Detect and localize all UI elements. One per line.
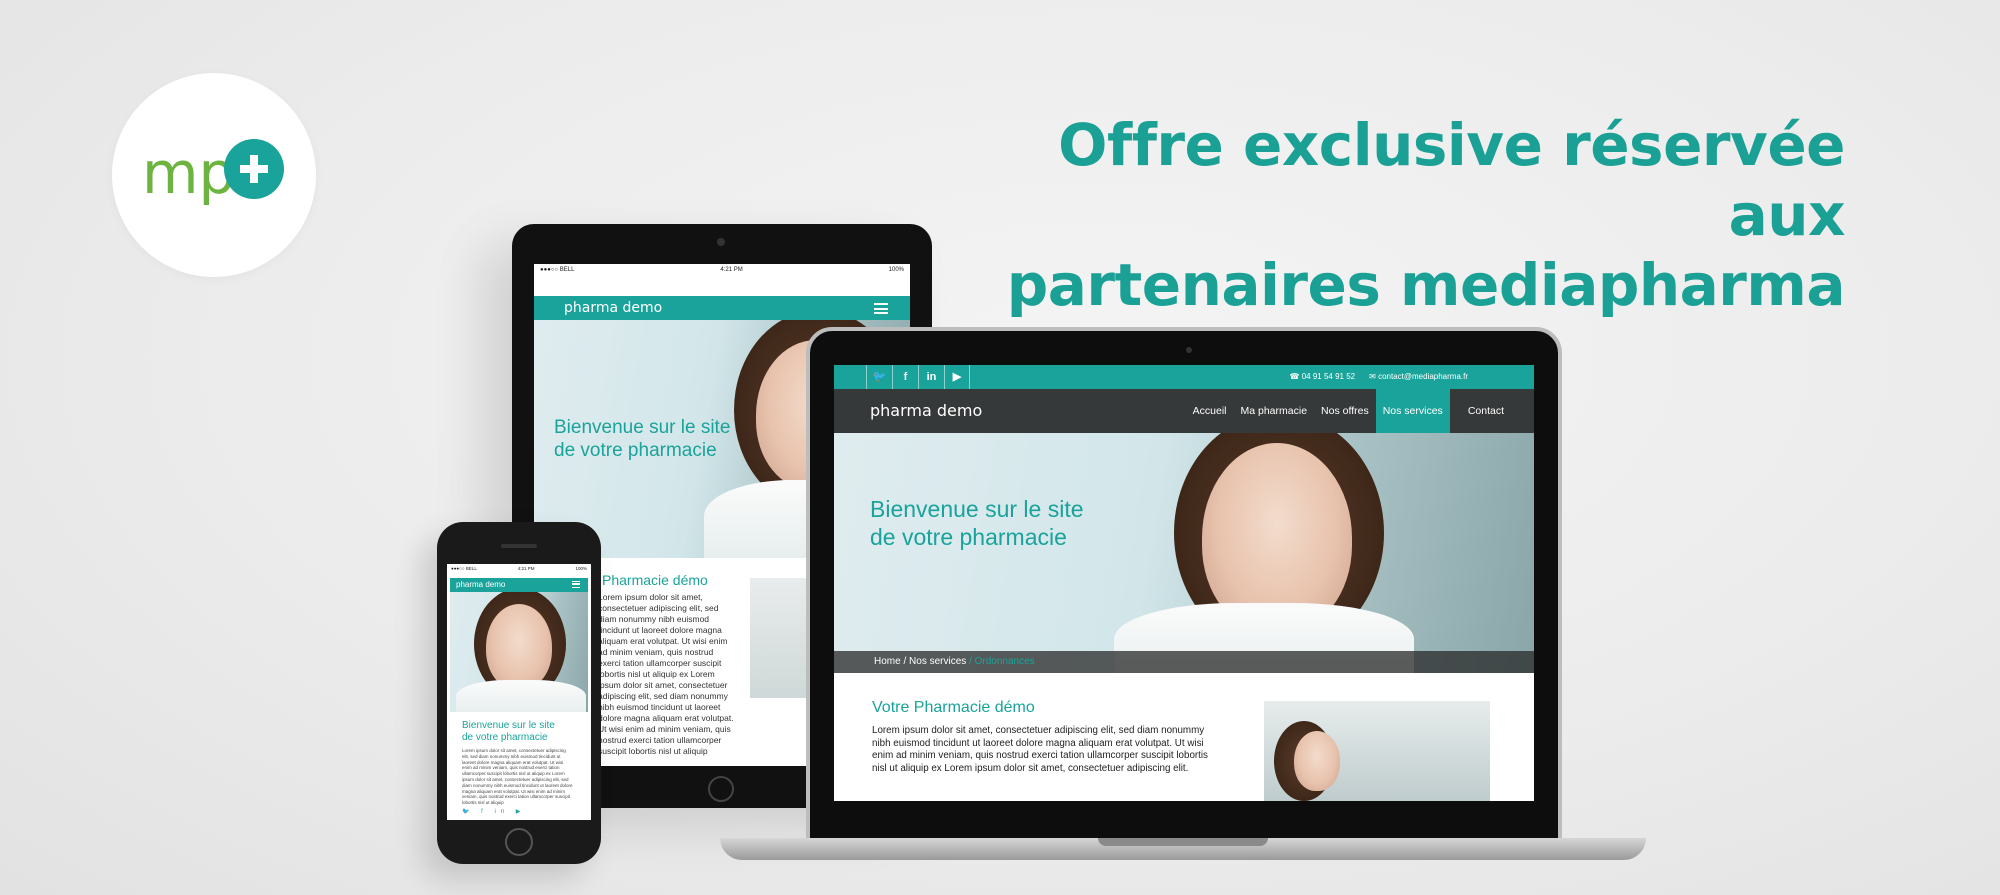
hamburger-menu-icon[interactable] (572, 581, 580, 588)
mail-icon: ✉ (1369, 372, 1376, 381)
laptop-device: 🐦 f in ▶ ☎ 04 91 54 91 52 ✉ contact@medi… (806, 327, 1562, 843)
facebook-icon[interactable]: f (892, 365, 918, 389)
content-text: Lorem ipsum dolor sit amet, consectetuer… (872, 725, 1208, 774)
body-text: Lorem ipsum dolor sit amet, consectetuer… (462, 748, 573, 806)
section-text: Lorem ipsum dolor sit amet, consectetuer… (598, 592, 734, 756)
status-bar: ●●●○○ BELL 4:21 PM 100% (534, 264, 910, 276)
phone-icon: ☎ (1289, 372, 1300, 381)
menu-item-contact[interactable]: Contact (1450, 389, 1534, 433)
headline-line-1: Offre exclusive réservée aux (1058, 111, 1845, 249)
pharmacy-thumbnail (1264, 701, 1490, 801)
social-links: 🐦 f in ▶ (866, 365, 970, 389)
brand[interactable]: pharma demo (456, 580, 505, 589)
menu-item-ma-pharmacie[interactable]: Ma pharmacie (1234, 389, 1315, 433)
youtube-icon[interactable]: ▶ (944, 365, 970, 389)
svg-text:mp: mp (142, 139, 235, 207)
phone-header: pharma demo (450, 578, 588, 592)
breadcrumb-section[interactable]: Nos services (909, 656, 966, 667)
pharmacy-thumbnail (750, 578, 810, 698)
camera-icon (1186, 347, 1192, 353)
laptop-base (720, 838, 1646, 860)
phone-screen: ●●●○○ BELL 4:21 PM 100% pharma demo Bien… (447, 564, 591, 820)
breadcrumb: Home / Nos services / Ordonnances (834, 651, 1534, 673)
welcome-text: Bienvenue sur le site de votre pharmacie (870, 496, 1084, 550)
phone-link[interactable]: ☎ 04 91 54 91 52 (1290, 365, 1356, 389)
speaker (501, 544, 537, 548)
carrier: ●●●○○ BELL (540, 267, 575, 273)
laptop-notch (1098, 838, 1268, 846)
laptop-screen: 🐦 f in ▶ ☎ 04 91 54 91 52 ✉ contact@medi… (834, 365, 1534, 801)
headline: Offre exclusive réservée aux partenaires… (985, 110, 1846, 320)
tablet-header: pharma demo (534, 296, 910, 320)
brand[interactable]: pharma demo (870, 389, 982, 433)
menu-item-nos-offres[interactable]: Nos offres (1314, 389, 1376, 433)
headline-line-2: partenaires mediapharma (1006, 251, 1846, 319)
phone-device: ●●●○○ BELL 4:21 PM 100% pharma demo Bien… (437, 522, 601, 864)
content-title: Votre Pharmacie démo (872, 699, 1035, 716)
welcome-text: Bienvenue sur le site de votre pharmacie (462, 720, 555, 743)
hero-image: Bienvenue sur le site de votre pharmacie… (834, 433, 1534, 673)
hero-image (450, 592, 588, 712)
hamburger-menu-icon[interactable] (874, 303, 888, 314)
email-link[interactable]: ✉ contact@mediapharma.fr (1369, 365, 1468, 389)
section-title: Pharmacie démo (602, 572, 708, 588)
status-bar: ●●●○○ BELL 4:21 PM 100% (451, 566, 587, 571)
mediapharma-logo: mp (112, 73, 316, 277)
linkedin-icon[interactable]: in (918, 365, 944, 389)
social-links[interactable]: 🐦 f in ▶ (462, 808, 525, 815)
battery: 100% (888, 267, 904, 273)
breadcrumb-home[interactable]: Home (874, 656, 901, 667)
breadcrumb-current: Ordonnances (974, 656, 1035, 667)
camera-icon (717, 238, 725, 246)
clock: 4:21 PM (720, 267, 743, 273)
top-bar: 🐦 f in ▶ ☎ 04 91 54 91 52 ✉ contact@medi… (834, 365, 1534, 389)
menu: Accueil Ma pharmacie Nos offres Nos serv… (1186, 389, 1534, 433)
home-button[interactable] (505, 828, 533, 856)
twitter-icon[interactable]: 🐦 (866, 365, 892, 389)
menu-item-accueil[interactable]: Accueil (1186, 389, 1234, 433)
welcome-text: Bienvenue sur le site de votre pharmacie (554, 417, 731, 461)
menu-item-nos-services[interactable]: Nos services (1375, 389, 1450, 433)
home-button[interactable] (708, 776, 734, 802)
mp-plus-icon: mp (142, 139, 284, 207)
contact-info: ☎ 04 91 54 91 52 ✉ contact@mediapharma.f… (1290, 365, 1468, 389)
brand[interactable]: pharma demo (564, 300, 662, 316)
main-nav: pharma demo Accueil Ma pharmacie Nos off… (834, 389, 1534, 433)
